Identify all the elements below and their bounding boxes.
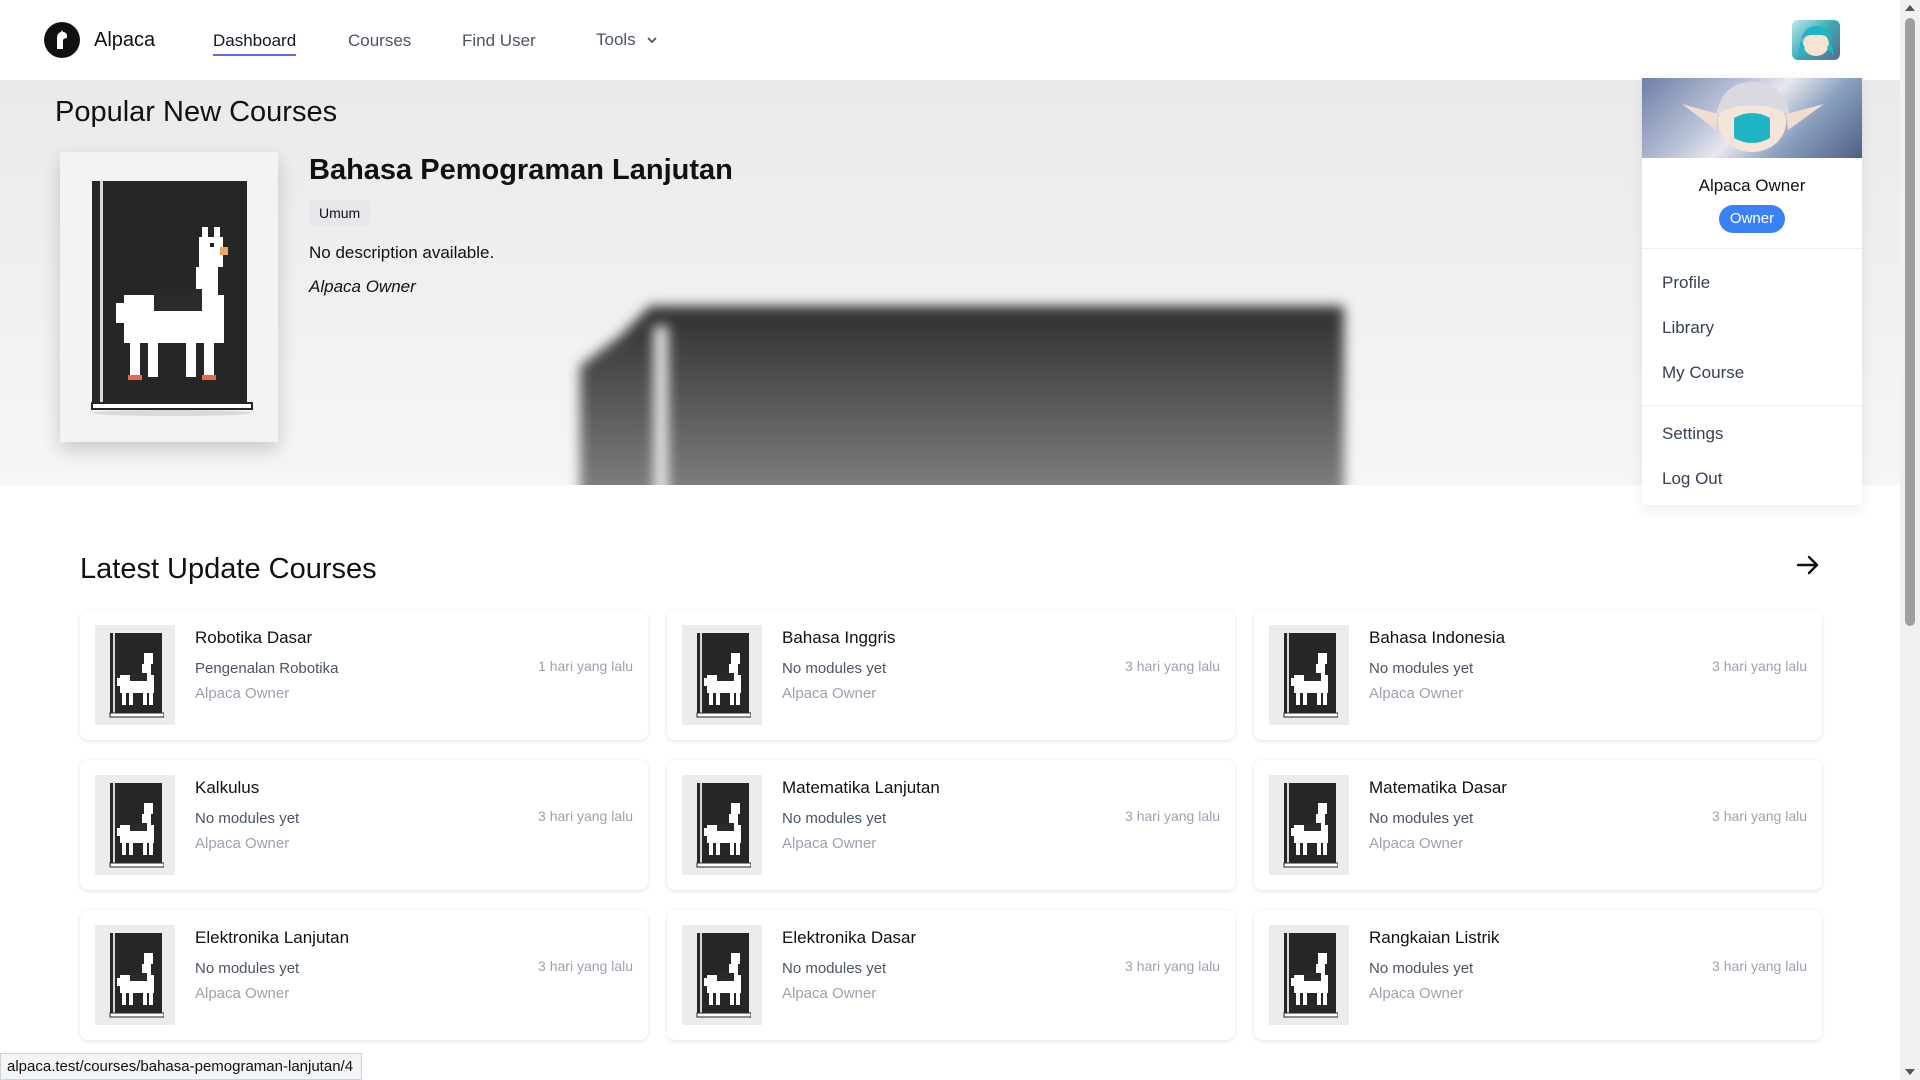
top-navbar: Alpaca Dashboard Courses Find User Tools (0, 0, 1900, 80)
course-card[interactable]: Kalkulus No modules yet Alpaca Owner 3 hari… (80, 760, 648, 890)
course-card-subtitle: No modules yet (782, 810, 887, 827)
featured-course-tag: Umum (309, 200, 371, 226)
course-card-subtitle: Pengenalan Robotika (195, 660, 339, 677)
hero-background-blur (580, 256, 1344, 485)
course-card-time: 1 hari yang lalu (538, 658, 633, 674)
course-card-time: 3 hari yang lalu (1712, 658, 1807, 674)
brand[interactable]: Alpaca (44, 22, 155, 58)
course-card-time: 3 hari yang lalu (1125, 808, 1220, 824)
dropdown-divider (1642, 248, 1862, 249)
course-card-author: Alpaca Owner (195, 835, 290, 852)
course-card-subtitle: No modules yet (1369, 660, 1474, 677)
brand-name: Alpaca (94, 28, 156, 51)
scroll-up-icon[interactable] (1905, 5, 1915, 11)
book-alpaca-icon (682, 775, 762, 875)
course-card-time: 3 hari yang lalu (1712, 958, 1807, 974)
course-card-subtitle: No modules yet (1369, 960, 1474, 977)
book-alpaca-icon (95, 775, 175, 875)
profile-banner (1642, 78, 1862, 158)
featured-course-title[interactable]: Bahasa Pemograman Lanjutan (309, 154, 733, 187)
course-card[interactable]: Robotika Dasar Pengenalan Robotika Alpaca … (80, 610, 648, 740)
course-card-title: Bahasa Inggris (782, 628, 896, 647)
alpaca-logo-icon (44, 22, 80, 58)
nav-dashboard[interactable]: Dashboard (213, 31, 297, 56)
book-alpaca-icon (1269, 925, 1349, 1025)
featured-course-cover[interactable] (60, 152, 278, 442)
dropdown-item-library[interactable]: Library (1662, 318, 1714, 338)
course-card-subtitle: No modules yet (195, 810, 300, 827)
course-card-author: Alpaca Owner (1369, 835, 1464, 852)
role-badge: Owner (1719, 205, 1785, 233)
course-card-title: Bahasa Indonesia (1369, 628, 1506, 647)
dropdown-item-settings[interactable]: Settings (1662, 424, 1723, 444)
popular-courses-heading: Popular New Courses (55, 96, 338, 128)
course-card-author: Alpaca Owner (195, 685, 290, 702)
course-card-title: Matematika Lanjutan (782, 778, 940, 797)
nav-courses[interactable]: Courses (348, 31, 411, 51)
featured-course-description: No description available. (309, 243, 495, 262)
course-card[interactable]: Rangkaian Listrik No modules yet Alpaca Ow… (1254, 910, 1822, 1040)
course-card[interactable]: Elektronika Dasar No modules yet Alpaca Ow… (667, 910, 1235, 1040)
course-card[interactable]: Bahasa Indonesia No modules yet Alpaca Own… (1254, 610, 1822, 740)
course-card-title: Matematika Dasar (1369, 778, 1507, 797)
user-dropdown-menu: Alpaca Owner Owner Profile Library My Co… (1642, 78, 1862, 505)
course-card[interactable]: Matematika Dasar No modules yet Alpaca Own… (1254, 760, 1822, 890)
dropdown-user-name: Alpaca Owner (1698, 176, 1806, 195)
dropdown-item-profile[interactable]: Profile (1662, 273, 1710, 293)
popular-courses-hero: Popular New Courses Bahasa Pemograman La… (0, 80, 1900, 485)
featured-course-author: Alpaca Owner (309, 277, 416, 296)
course-card-title: Robotika Dasar (195, 628, 313, 647)
book-alpaca-icon (91, 181, 253, 416)
course-card-title: Rangkaian Listrik (1369, 928, 1500, 947)
course-card[interactable]: Matematika Lanjutan No modules yet Alpaca … (667, 760, 1235, 890)
book-alpaca-icon (95, 925, 175, 1025)
course-card-subtitle: No modules yet (782, 660, 887, 677)
vertical-scrollbar[interactable] (1900, 0, 1920, 1080)
book-alpaca-icon (1269, 625, 1349, 725)
course-card-title: Elektronika Dasar (782, 928, 917, 947)
course-card-title: Kalkulus (195, 778, 260, 797)
course-card-time: 3 hari yang lalu (1125, 658, 1220, 674)
book-alpaca-icon (1269, 775, 1349, 875)
nav-tools-dropdown[interactable]: Tools (596, 30, 658, 50)
course-card[interactable]: Elektronika Lanjutan No modules yet Alpaca… (80, 910, 648, 1040)
course-card-title: Elektronika Lanjutan (195, 928, 350, 947)
dropdown-item-log-out[interactable]: Log Out (1662, 469, 1723, 489)
book-alpaca-icon (95, 625, 175, 725)
course-card-author: Alpaca Owner (782, 835, 877, 852)
latest-courses-heading: Latest Update Courses (80, 553, 377, 585)
dropdown-item-my-course[interactable]: My Course (1662, 363, 1744, 383)
course-card-time: 3 hari yang lalu (538, 808, 633, 824)
scroll-down-icon[interactable] (1905, 1069, 1915, 1075)
course-card-author: Alpaca Owner (782, 985, 877, 1002)
course-card-time: 3 hari yang lalu (1712, 808, 1807, 824)
book-alpaca-icon (682, 925, 762, 1025)
course-card[interactable]: Bahasa Inggris No modules yet Alpaca Owner… (667, 610, 1235, 740)
dropdown-divider (1642, 405, 1862, 406)
course-card-subtitle: No modules yet (782, 960, 887, 977)
course-card-time: 3 hari yang lalu (538, 958, 633, 974)
nav-tools-label: Tools (596, 30, 636, 49)
course-card-author: Alpaca Owner (195, 985, 290, 1002)
course-card-time: 3 hari yang lalu (1125, 958, 1220, 974)
course-card-subtitle: No modules yet (195, 960, 300, 977)
course-card-author: Alpaca Owner (1369, 985, 1464, 1002)
book-alpaca-icon (682, 625, 762, 725)
scroll-thumb[interactable] (1905, 18, 1915, 626)
nav-find-user[interactable]: Find User (462, 31, 536, 51)
course-card-author: Alpaca Owner (782, 685, 877, 702)
course-card-author: Alpaca Owner (1369, 685, 1464, 702)
user-avatar[interactable] (1792, 20, 1840, 60)
status-bar-url: alpaca.test/courses/bahasa-pemograman-la… (0, 1053, 363, 1080)
course-card-subtitle: No modules yet (1369, 810, 1474, 827)
chevron-down-icon (647, 37, 657, 44)
arrow-right-icon[interactable] (1794, 551, 1822, 579)
